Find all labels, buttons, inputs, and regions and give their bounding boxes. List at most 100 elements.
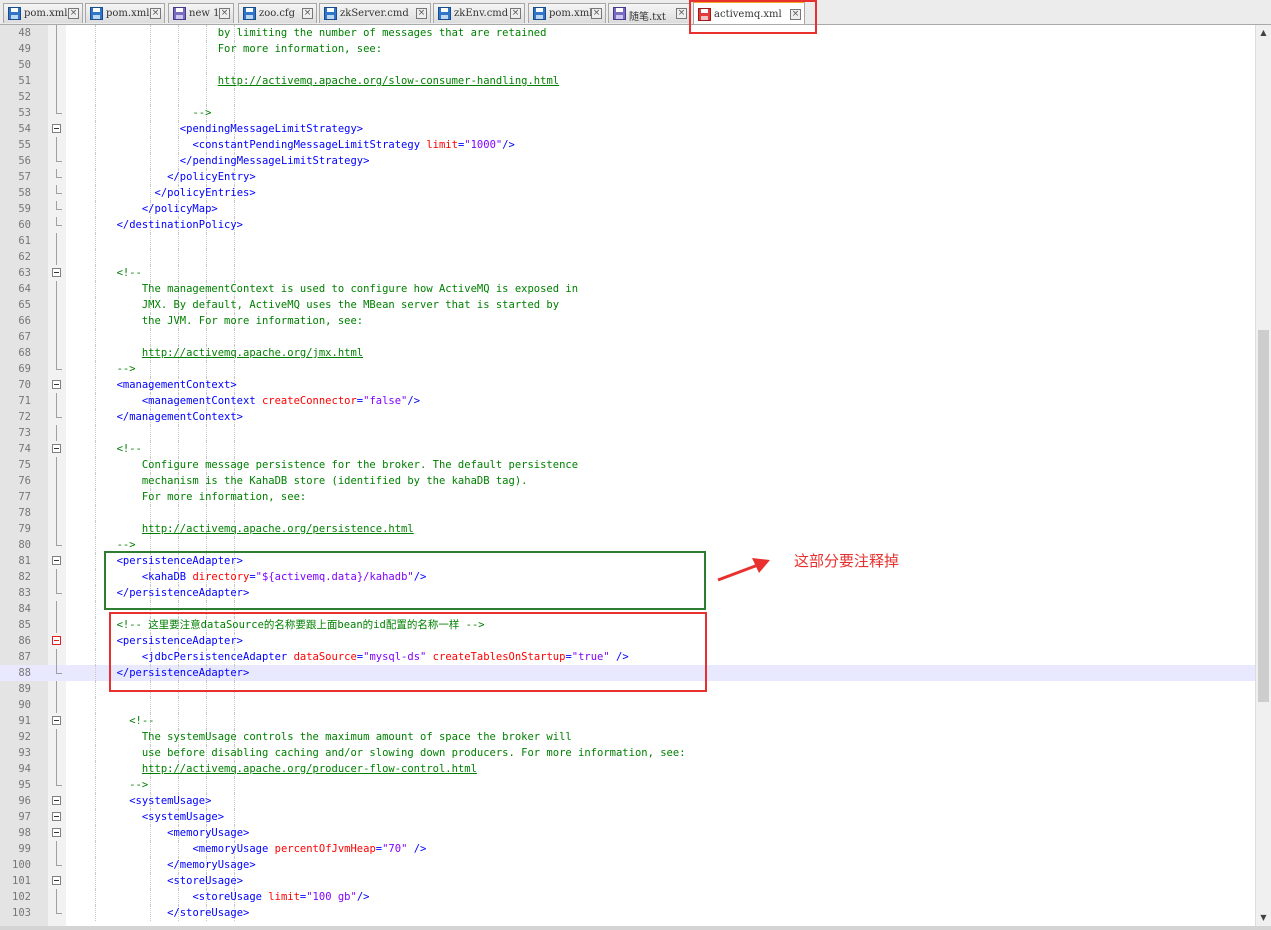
code-line[interactable]: 95 --> [0,777,1255,793]
code-line[interactable]: 93 use before disabling caching and/or s… [0,745,1255,761]
code-line[interactable]: 90 [0,697,1255,713]
close-tab-icon[interactable]: × [68,8,79,19]
code-line[interactable]: 72 </managementContext> [0,409,1255,425]
fold-toggle-icon[interactable] [52,812,61,821]
code-line[interactable]: 51 http://activemq.apache.org/slow-consu… [0,73,1255,89]
code-line[interactable]: 59 </policyMap> [0,201,1255,217]
close-tab-icon[interactable]: × [676,8,687,19]
doc-link[interactable]: http://activemq.apache.org/persistence.h… [142,523,414,535]
code-line[interactable]: 94 http://activemq.apache.org/producer-f… [0,761,1255,777]
fold-toggle-icon[interactable] [52,636,61,645]
fold-toggle-icon[interactable] [52,876,61,885]
fold-line-marker [56,345,57,361]
code-token: <storeUsage> [167,875,244,887]
code-line[interactable]: 78 [0,505,1255,521]
code-line[interactable]: 99 <memoryUsage percentOfJvmHeap="70" /> [0,841,1255,857]
code-line[interactable]: 55 <constantPendingMessageLimitStrategy … [0,137,1255,153]
tab-5[interactable]: zkEnv.cmd × [433,3,525,23]
vertical-scrollbar[interactable]: ▲ ▼ [1255,25,1271,926]
tab-2[interactable]: new 1 × [168,3,234,23]
close-tab-icon[interactable]: × [416,8,427,19]
code-line[interactable]: 49 For more information, see: [0,41,1255,57]
code-line[interactable]: 58 </policyEntries> [0,185,1255,201]
code-line[interactable]: 77 For more information, see: [0,489,1255,505]
fold-toggle-icon[interactable] [52,380,61,389]
tab-7[interactable]: 随笔.txt × [608,3,691,23]
code-line[interactable]: 75 Configure message persistence for the… [0,457,1255,473]
close-tab-icon[interactable]: × [510,8,521,19]
line-number: 56 [18,155,31,167]
doc-link[interactable]: http://activemq.apache.org/producer-flow… [142,763,477,775]
fold-toggle-icon[interactable] [52,124,61,133]
code-line[interactable]: 56 </pendingMessageLimitStrategy> [0,153,1255,169]
code-line[interactable]: 69 --> [0,361,1255,377]
tab-1[interactable]: pom.xml × [85,3,165,23]
code-line[interactable]: 52 [0,89,1255,105]
close-tab-icon[interactable]: × [219,8,230,19]
code-line[interactable]: 62 [0,249,1255,265]
scroll-down-icon[interactable]: ▼ [1256,910,1271,926]
code-line[interactable]: 100 </memoryUsage> [0,857,1255,873]
scrollbar-thumb[interactable] [1258,330,1269,702]
fold-toggle-icon[interactable] [52,796,61,805]
code-line[interactable]: 98 <memoryUsage> [0,825,1255,841]
code-line[interactable]: 50 [0,57,1255,73]
tab-4[interactable]: zkServer.cmd × [319,3,431,23]
code-line[interactable]: 64 The managementContext is used to conf… [0,281,1255,297]
line-number: 101 [12,875,31,887]
tab-label: new 1 [189,8,220,19]
code-line[interactable]: 63 <!-- [0,265,1255,281]
line-code: http://activemq.apache.org/slow-consumer… [66,73,559,89]
code-line[interactable]: 70 <managementContext> [0,377,1255,393]
code-line[interactable]: 65 JMX. By default, ActiveMQ uses the MB… [0,297,1255,313]
code-line[interactable]: 96 <systemUsage> [0,793,1255,809]
code-line[interactable]: 68 http://activemq.apache.org/jmx.html [0,345,1255,361]
code-line[interactable]: 103 </storeUsage> [0,905,1255,921]
tab-3[interactable]: zoo.cfg × [238,3,317,23]
fold-end-marker [56,537,62,546]
close-tab-icon[interactable]: × [302,8,313,19]
close-tab-icon[interactable]: × [591,8,602,19]
fold-toggle-icon[interactable] [52,828,61,837]
code-line[interactable]: 53 --> [0,105,1255,121]
code-line[interactable]: 66 the JVM. For more information, see: [0,313,1255,329]
code-line[interactable]: 67 [0,329,1255,345]
code-token: /> [356,891,370,903]
code-line[interactable]: 48 by limiting the number of messages th… [0,25,1255,41]
code-line[interactable]: 91 <!-- [0,713,1255,729]
code-line[interactable]: 73 [0,425,1255,441]
doc-link[interactable]: http://activemq.apache.org/jmx.html [142,347,363,359]
code-editor[interactable]: 48 by limiting the number of messages th… [0,25,1255,926]
fold-toggle-icon[interactable] [52,716,61,725]
code-line[interactable]: 102 <storeUsage limit="100 gb"/> [0,889,1255,905]
code-line[interactable]: 74 <!-- [0,441,1255,457]
code-line[interactable]: 57 </policyEntry> [0,169,1255,185]
fold-toggle-icon[interactable] [52,268,61,277]
fold-line-marker [56,729,57,745]
code-line[interactable]: 92 The systemUsage controls the maximum … [0,729,1255,745]
horizontal-scrollbar[interactable] [0,926,1271,930]
indent-guide [150,697,151,713]
code-line[interactable]: 54 <pendingMessageLimitStrategy> [0,121,1255,137]
indent-guide [234,441,235,457]
line-number: 94 [18,763,31,775]
code-line[interactable]: 79 http://activemq.apache.org/persistenc… [0,521,1255,537]
code-line[interactable]: 71 <managementContext createConnector="f… [0,393,1255,409]
close-tab-icon[interactable]: × [150,8,161,19]
code-line[interactable]: 61 [0,233,1255,249]
fold-toggle-icon[interactable] [52,444,61,453]
scroll-up-icon[interactable]: ▲ [1256,25,1271,41]
code-line[interactable]: 101 <storeUsage> [0,873,1255,889]
tab-6[interactable]: pom.xml × [528,3,606,23]
fold-toggle-icon[interactable] [52,556,61,565]
tab-0[interactable]: pom.xml × [3,3,83,23]
code-line[interactable]: 60 </destinationPolicy> [0,217,1255,233]
fold-line-marker [56,505,57,521]
doc-link[interactable]: http://activemq.apache.org/slow-consumer… [218,75,559,87]
code-line[interactable]: 97 <systemUsage> [0,809,1255,825]
indent-guide [150,505,151,521]
code-line[interactable]: 76 mechanism is the KahaDB store (identi… [0,473,1255,489]
code-token: mechanism is the KahaDB store (identifie… [66,475,528,487]
